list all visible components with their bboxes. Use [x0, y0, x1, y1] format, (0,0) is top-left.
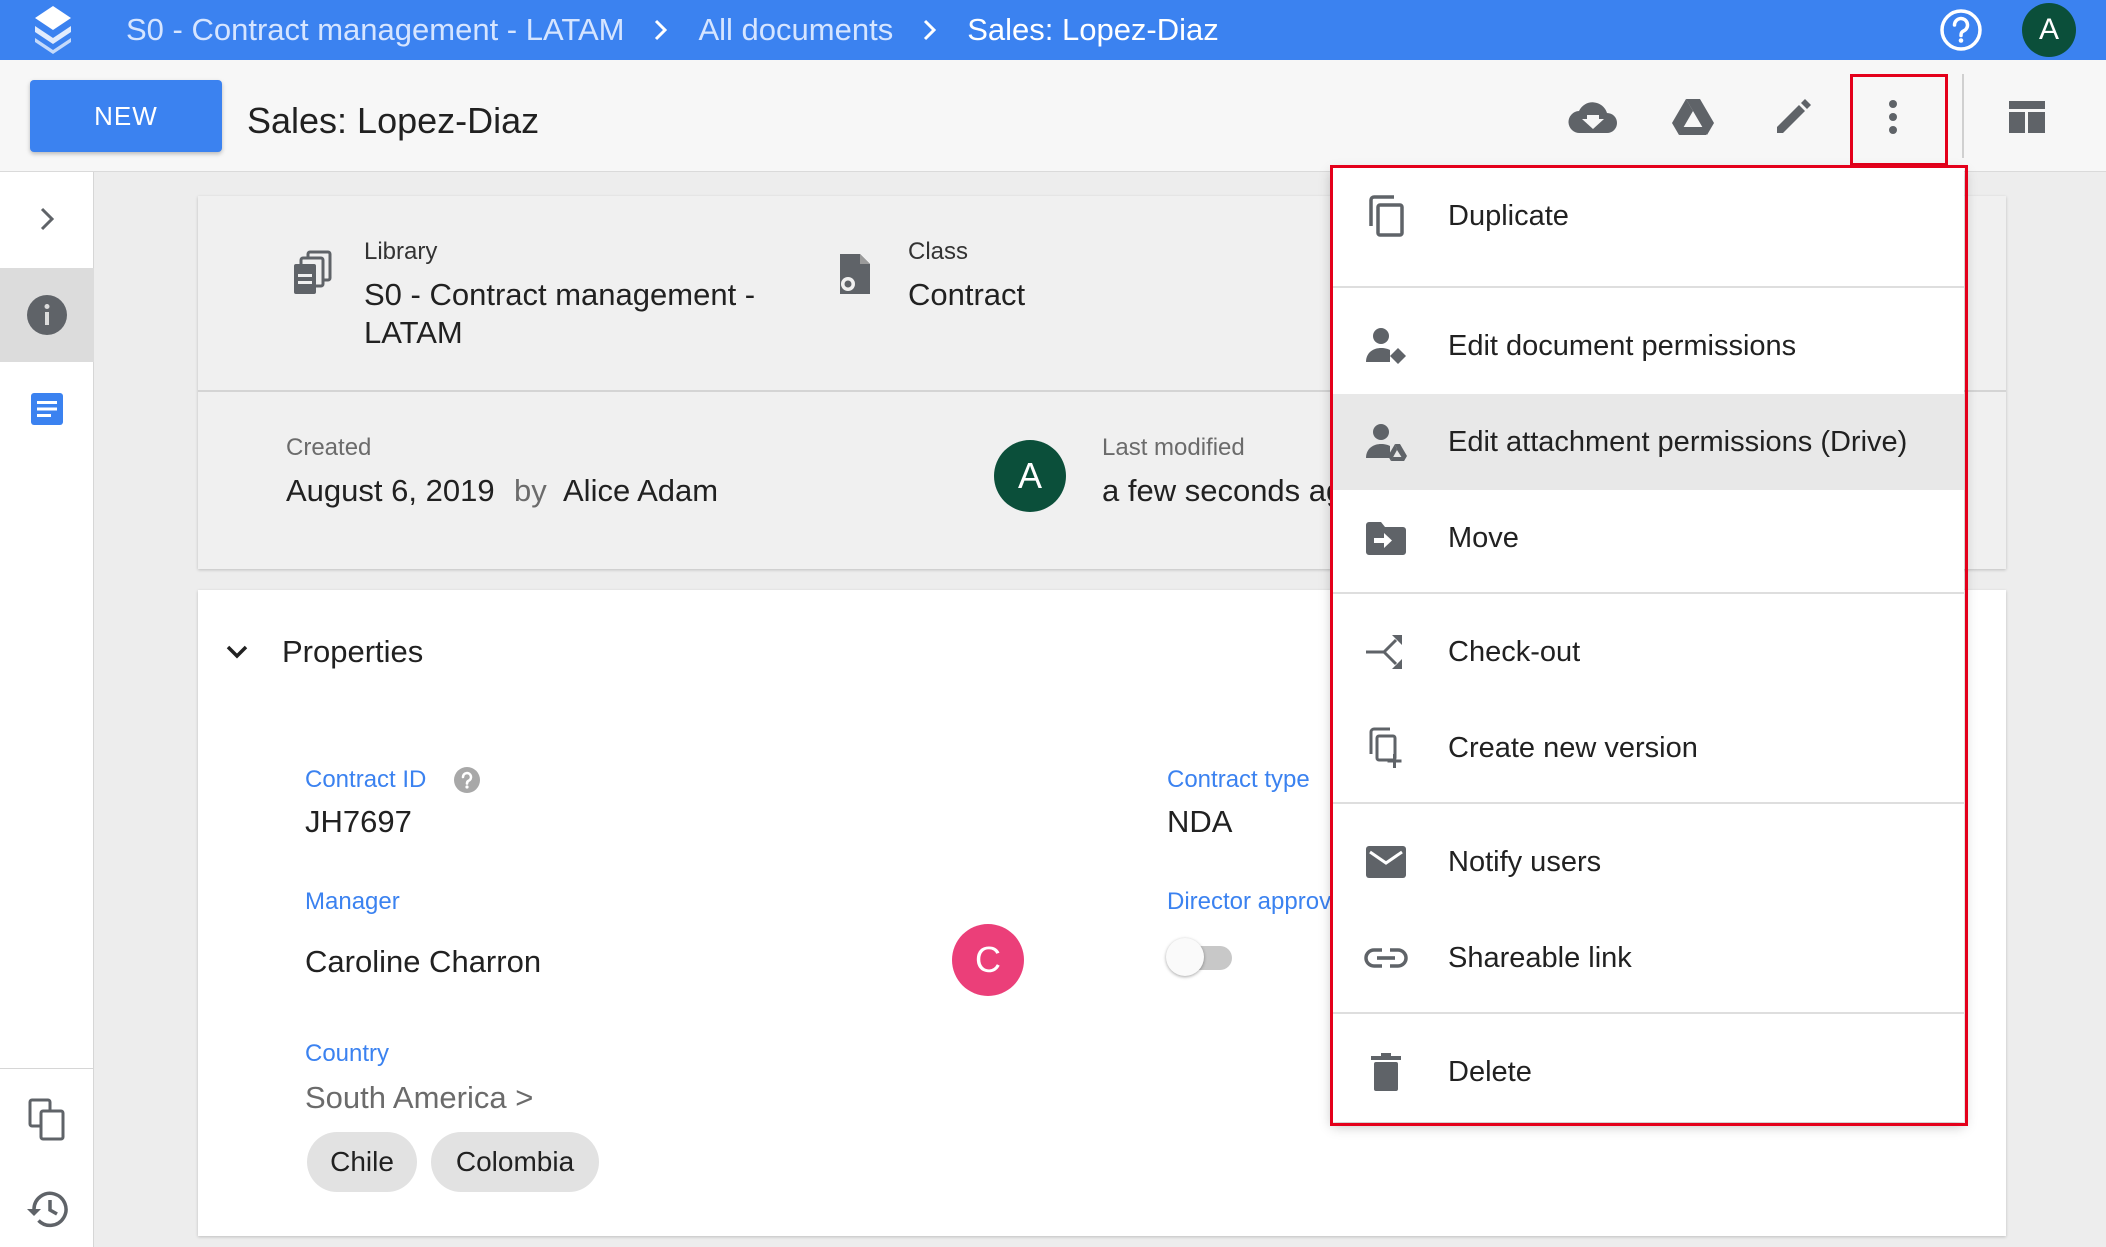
toggle-thumb: [1166, 938, 1204, 976]
breadcrumb-library[interactable]: S0 - Contract management - LATAM: [126, 12, 624, 48]
manager-label: Manager: [305, 888, 400, 915]
history-icon: [27, 1191, 68, 1228]
menu-divider: [1332, 286, 1964, 288]
help-circle-icon[interactable]: [453, 766, 481, 794]
person-drive-icon: [1362, 418, 1410, 466]
help-icon[interactable]: [1938, 7, 1984, 53]
menu-divider: [1332, 802, 1964, 804]
download-icon[interactable]: [1566, 90, 1620, 144]
chevron-down-icon[interactable]: [224, 642, 250, 662]
menu-item-label: Move: [1448, 521, 1519, 554]
info-tab[interactable]: [0, 268, 94, 362]
layout-icon[interactable]: [2000, 90, 2054, 144]
versions-tab[interactable]: [0, 1072, 94, 1166]
menu-item-label: Create new version: [1448, 731, 1698, 764]
user-avatar[interactable]: A: [2022, 3, 2076, 57]
director-approval-label: Director approval: [1167, 888, 1350, 915]
contract-id-value: JH7697: [305, 804, 412, 839]
document-toolbar: NEW Sales: Lopez-Diaz: [0, 60, 2106, 172]
link-icon: [1362, 934, 1410, 982]
person-permissions-icon: [1362, 322, 1410, 370]
library-value-line1: S0 - Contract management -: [364, 277, 756, 312]
menu-item-label: Duplicate: [1448, 199, 1569, 232]
menu-item-label: Edit attachment permissions (Drive): [1448, 425, 1908, 458]
created-date: August 6, 2019: [286, 473, 495, 508]
menu-divider: [1332, 592, 1964, 594]
breadcrumb-all-documents[interactable]: All documents: [698, 12, 893, 48]
more-actions-menu: Duplicate Edit document permissions Edit…: [1332, 168, 1964, 1122]
move-folder-icon: [1362, 514, 1410, 562]
edit-icon[interactable]: [1766, 90, 1820, 144]
breadcrumb: S0 - Contract management - LATAM All doc…: [126, 0, 1219, 60]
chevron-right-icon: [40, 207, 55, 231]
manager-avatar: C: [952, 924, 1024, 996]
menu-divider: [1332, 1012, 1964, 1014]
left-rail: [0, 172, 94, 1247]
menu-item-duplicate[interactable]: Duplicate: [1332, 168, 1964, 264]
last-modified-value: a few seconds ago: [1102, 473, 1361, 508]
expand-panel-button[interactable]: [0, 172, 94, 266]
duplicate-icon: [1362, 192, 1410, 240]
country-chip-colombia[interactable]: Colombia: [431, 1132, 599, 1192]
menu-item-notify-users[interactable]: Notify users: [1332, 814, 1964, 910]
checkout-icon: [1362, 628, 1410, 676]
contract-type-value: NDA: [1167, 804, 1233, 839]
delete-icon: [1362, 1048, 1410, 1096]
properties-section-title[interactable]: Properties: [282, 634, 423, 670]
library-label: Library: [364, 238, 438, 265]
menu-item-shareable-link[interactable]: Shareable link: [1332, 910, 1964, 1006]
menu-item-check-out[interactable]: Check-out: [1332, 604, 1964, 700]
breadcrumb-current-document: Sales: Lopez-Diaz: [967, 12, 1219, 47]
class-icon: [840, 254, 870, 294]
director-approval-toggle[interactable]: [1166, 936, 1238, 976]
creator-avatar: A: [994, 440, 1066, 512]
info-icon: [27, 295, 67, 335]
menu-item-move[interactable]: Move: [1332, 490, 1964, 586]
created-by-user[interactable]: Alice Adam: [563, 472, 718, 510]
toolbar-divider: [1962, 74, 1964, 158]
library-icon: [294, 250, 332, 294]
chevron-right-icon: [655, 19, 668, 41]
chevron-right-icon: [924, 19, 937, 41]
menu-item-edit-document-permissions[interactable]: Edit document permissions: [1332, 298, 1964, 394]
class-label: Class: [908, 238, 969, 265]
library-value-line2: LATAM: [364, 315, 463, 350]
copies-icon: [28, 1098, 65, 1141]
country-label: Country: [305, 1040, 390, 1067]
last-modified-label: Last modified: [1102, 434, 1245, 461]
menu-item-label: Edit document permissions: [1448, 329, 1797, 362]
menu-item-edit-attachment-permissions[interactable]: Edit attachment permissions (Drive): [1332, 394, 1964, 490]
menu-item-create-new-version[interactable]: Create new version: [1332, 700, 1964, 796]
drive-icon[interactable]: [1666, 90, 1720, 144]
created-by-label: by: [514, 473, 547, 508]
contract-type-label: Contract type: [1167, 766, 1310, 793]
mail-icon: [1362, 838, 1410, 886]
manager-value[interactable]: Caroline Charron: [305, 944, 541, 980]
menu-item-label: Shareable link: [1448, 941, 1632, 974]
new-button[interactable]: NEW: [30, 80, 222, 152]
app-logo-icon[interactable]: [32, 4, 74, 54]
new-version-icon: [1362, 724, 1410, 772]
menu-item-label: Delete: [1448, 1055, 1532, 1088]
menu-item-delete[interactable]: Delete: [1332, 1024, 1964, 1120]
more-actions-highlight: [1850, 74, 1948, 166]
page-title: Sales: Lopez-Diaz: [247, 100, 540, 141]
created-label: Created: [286, 434, 372, 461]
menu-item-label: Check-out: [1448, 635, 1581, 668]
document-tab[interactable]: [0, 362, 94, 456]
document-icon: [31, 393, 63, 425]
class-value: Contract: [908, 277, 1026, 312]
country-path[interactable]: South America >: [305, 1080, 533, 1116]
country-chip-chile[interactable]: Chile: [307, 1132, 417, 1192]
menu-item-label: Notify users: [1448, 845, 1602, 878]
contract-id-label: Contract ID: [305, 766, 427, 793]
top-app-bar: S0 - Contract management - LATAM All doc…: [0, 0, 2106, 60]
history-tab[interactable]: [0, 1162, 94, 1247]
rail-divider: [0, 1068, 94, 1069]
